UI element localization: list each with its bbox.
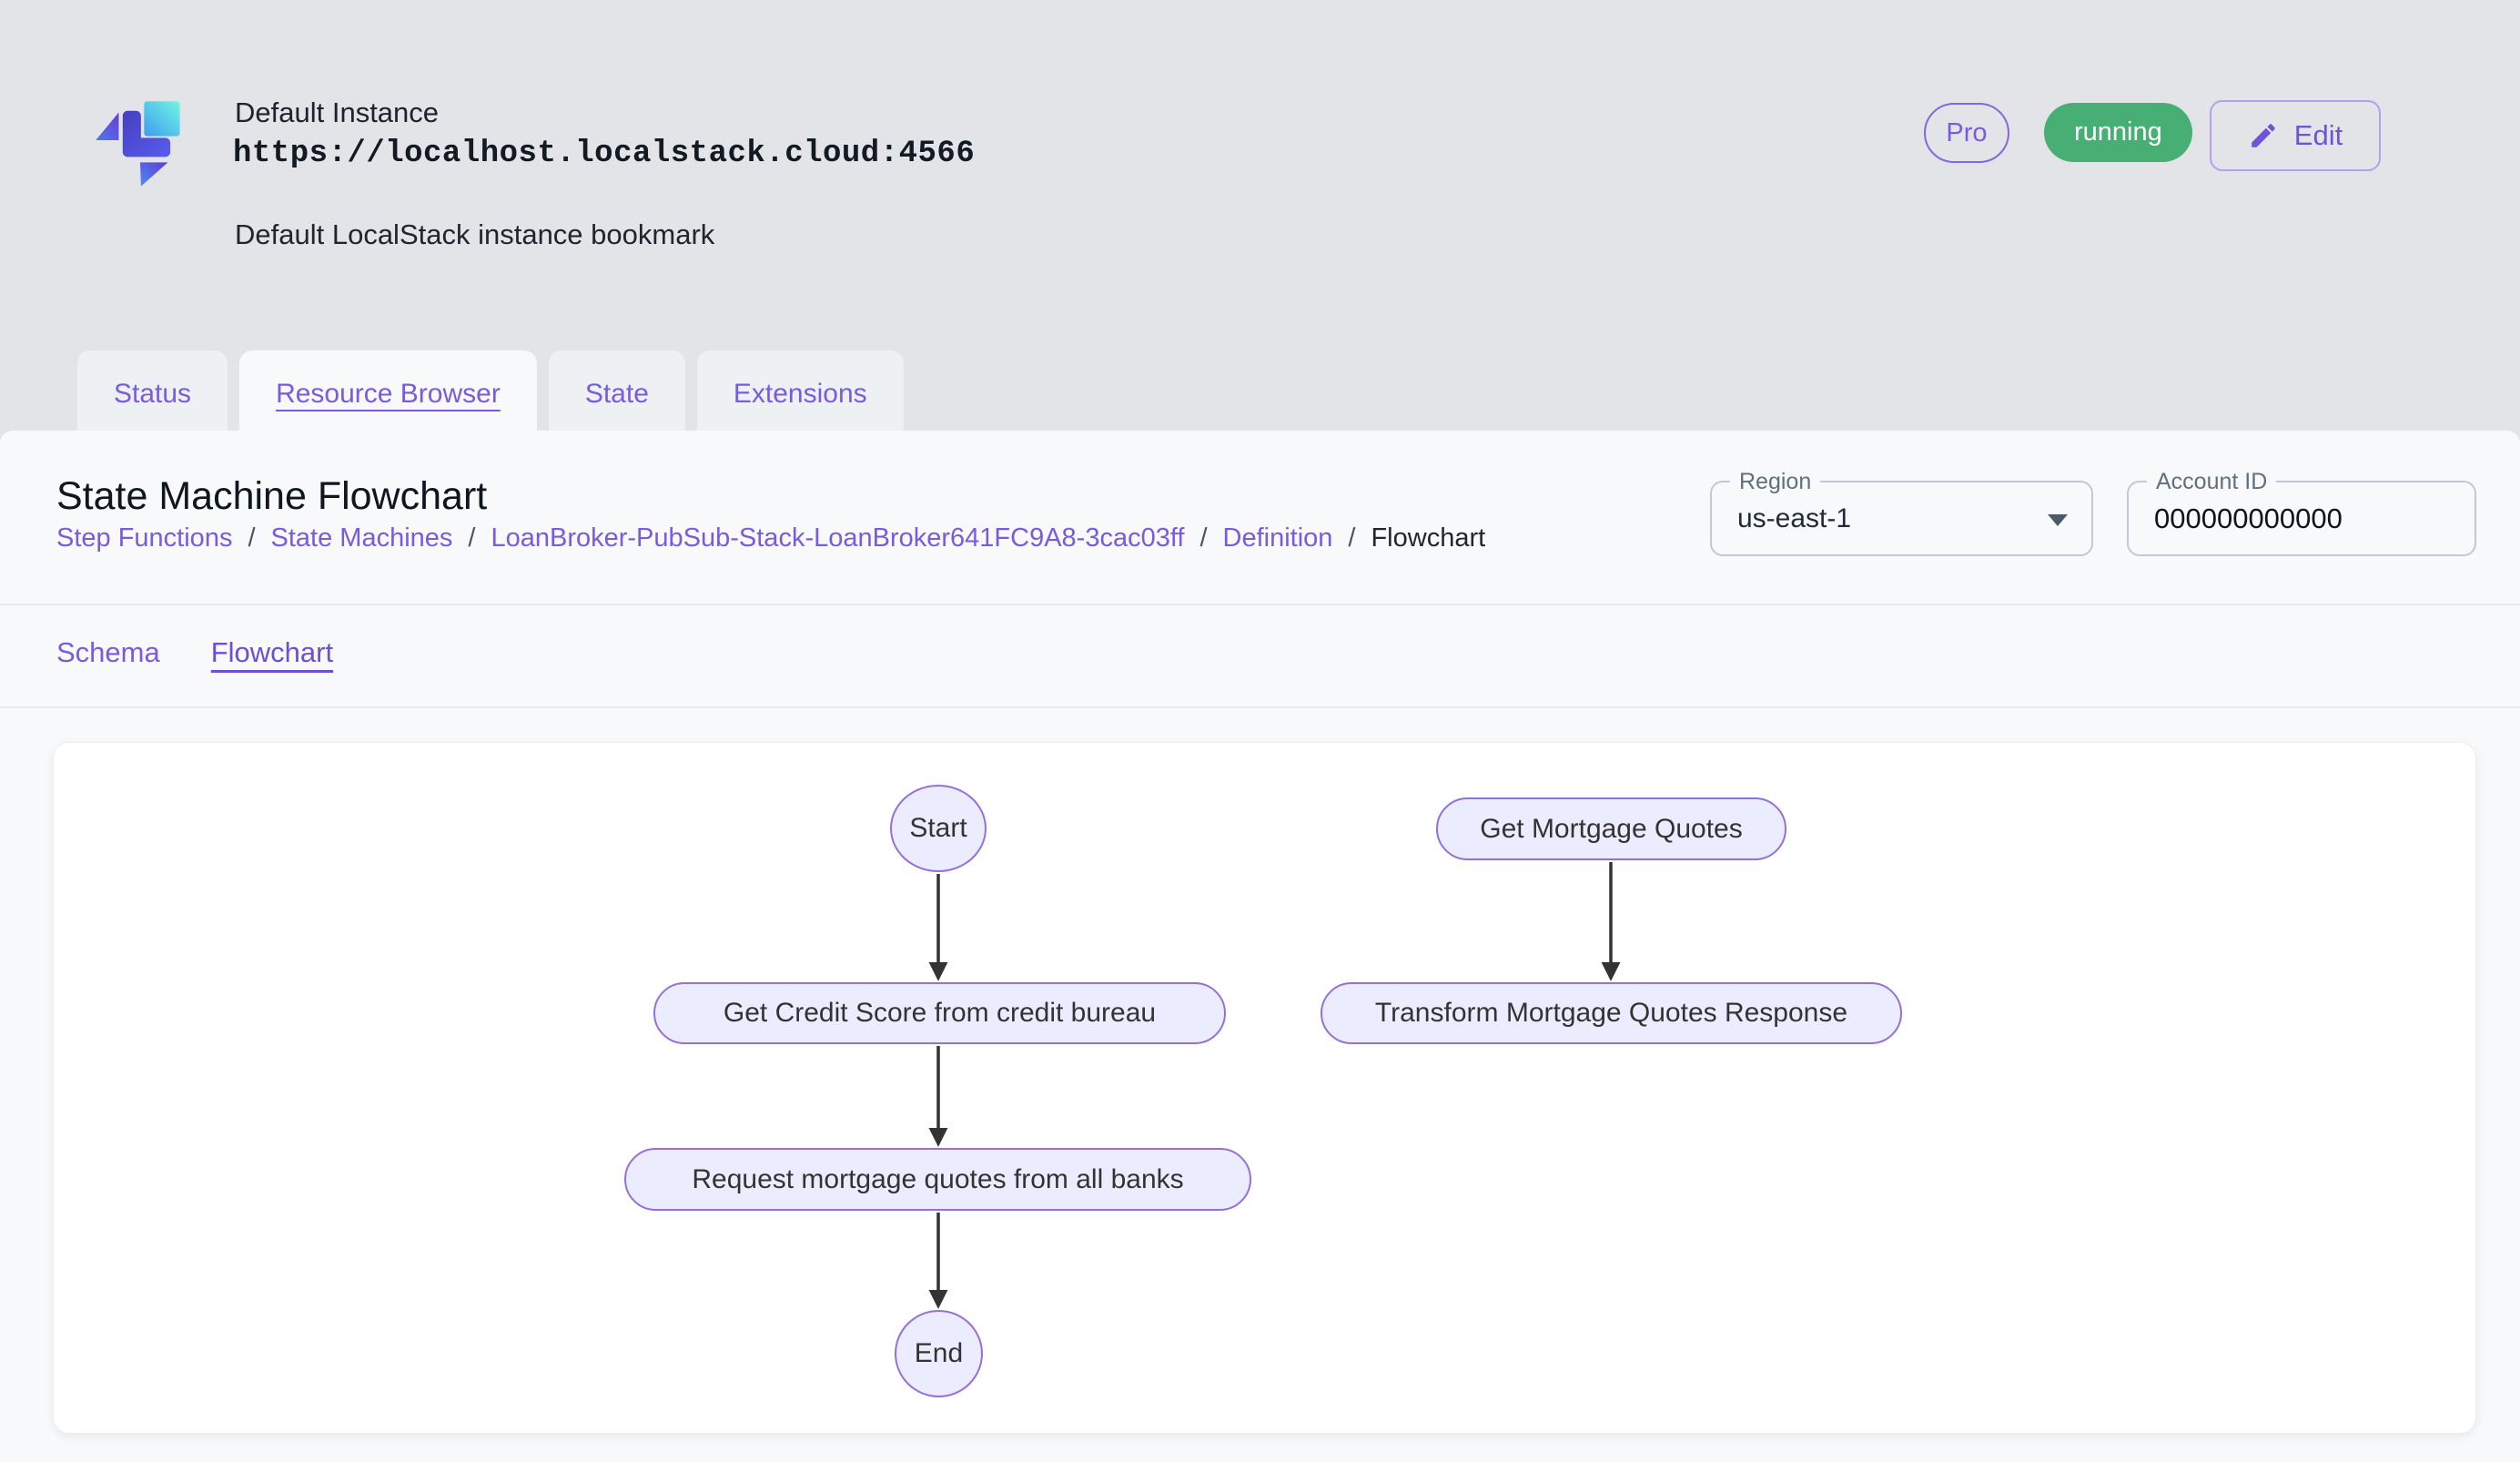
flowchart-node-end: End: [895, 1310, 983, 1397]
breadcrumb-separator: /: [1199, 523, 1207, 553]
divider: [0, 706, 2520, 708]
region-select-value: us-east-1: [1737, 503, 1851, 534]
breadcrumb-separator: /: [1348, 523, 1355, 553]
flowchart-node-get-credit-score: Get Credit Score from credit bureau: [653, 982, 1226, 1044]
tab-resource-browser-label: Resource Browser: [276, 379, 501, 410]
tab-state[interactable]: State: [549, 350, 685, 438]
localstack-logo: [86, 91, 195, 202]
flowchart-node-get-mortgage-quotes: Get Mortgage Quotes: [1436, 797, 1786, 860]
account-id-field: Account ID: [2127, 481, 2476, 556]
tab-status-label: Status: [114, 379, 191, 410]
resource-browser-panel: State Machine Flowchart Step Functions /…: [0, 431, 2520, 1462]
flowchart-edges: [54, 743, 2476, 1434]
definition-subtabs: Schema Flowchart: [56, 636, 333, 675]
tab-extensions-label: Extensions: [734, 379, 867, 410]
divider: [0, 604, 2520, 605]
breadcrumb-state-machine-name[interactable]: LoanBroker-PubSub-Stack-LoanBroker641FC9…: [491, 523, 1184, 553]
subtab-schema[interactable]: Schema: [56, 636, 160, 675]
instance-title: Default Instance: [235, 96, 439, 129]
pencil-icon: [2248, 120, 2279, 151]
breadcrumb-definition[interactable]: Definition: [1223, 523, 1333, 553]
tab-resource-browser[interactable]: Resource Browser: [239, 350, 537, 438]
flowchart-node-start: Start: [890, 785, 987, 872]
breadcrumb-separator: /: [248, 523, 255, 553]
flowchart-node-request-quotes: Request mortgage quotes from all banks: [624, 1148, 1251, 1211]
flowchart-card: Start Get Credit Score from credit burea…: [53, 742, 2476, 1434]
region-select[interactable]: Region us-east-1: [1710, 481, 2093, 556]
account-id-input[interactable]: [2129, 482, 2474, 554]
instance-url: https://localhost.localstack.cloud:4566: [233, 137, 975, 171]
edit-button[interactable]: Edit: [2210, 100, 2381, 171]
subtab-flowchart[interactable]: Flowchart: [211, 636, 333, 675]
instance-subtitle: Default LocalStack instance bookmark: [235, 218, 714, 251]
region-select-label: Region: [1730, 468, 1820, 495]
flowchart-node-transform-response: Transform Mortgage Quotes Response: [1321, 982, 1902, 1044]
breadcrumb-step-functions[interactable]: Step Functions: [56, 523, 232, 553]
chevron-down-icon: [2048, 514, 2068, 526]
breadcrumb-flowchart: Flowchart: [1371, 523, 1485, 553]
instance-tabs: Status Resource Browser State Extensions: [77, 350, 904, 438]
breadcrumb-state-machines[interactable]: State Machines: [271, 523, 453, 553]
status-badge: running: [2044, 103, 2192, 162]
tab-extensions[interactable]: Extensions: [697, 350, 904, 438]
tab-status[interactable]: Status: [77, 350, 228, 438]
page-title: State Machine Flowchart: [56, 474, 487, 519]
breadcrumb-separator: /: [468, 523, 475, 553]
tab-state-label: State: [585, 379, 649, 410]
breadcrumb: Step Functions / State Machines / LoanBr…: [56, 523, 1485, 553]
edit-button-label: Edit: [2294, 119, 2343, 152]
pro-badge: Pro: [1924, 103, 2009, 163]
